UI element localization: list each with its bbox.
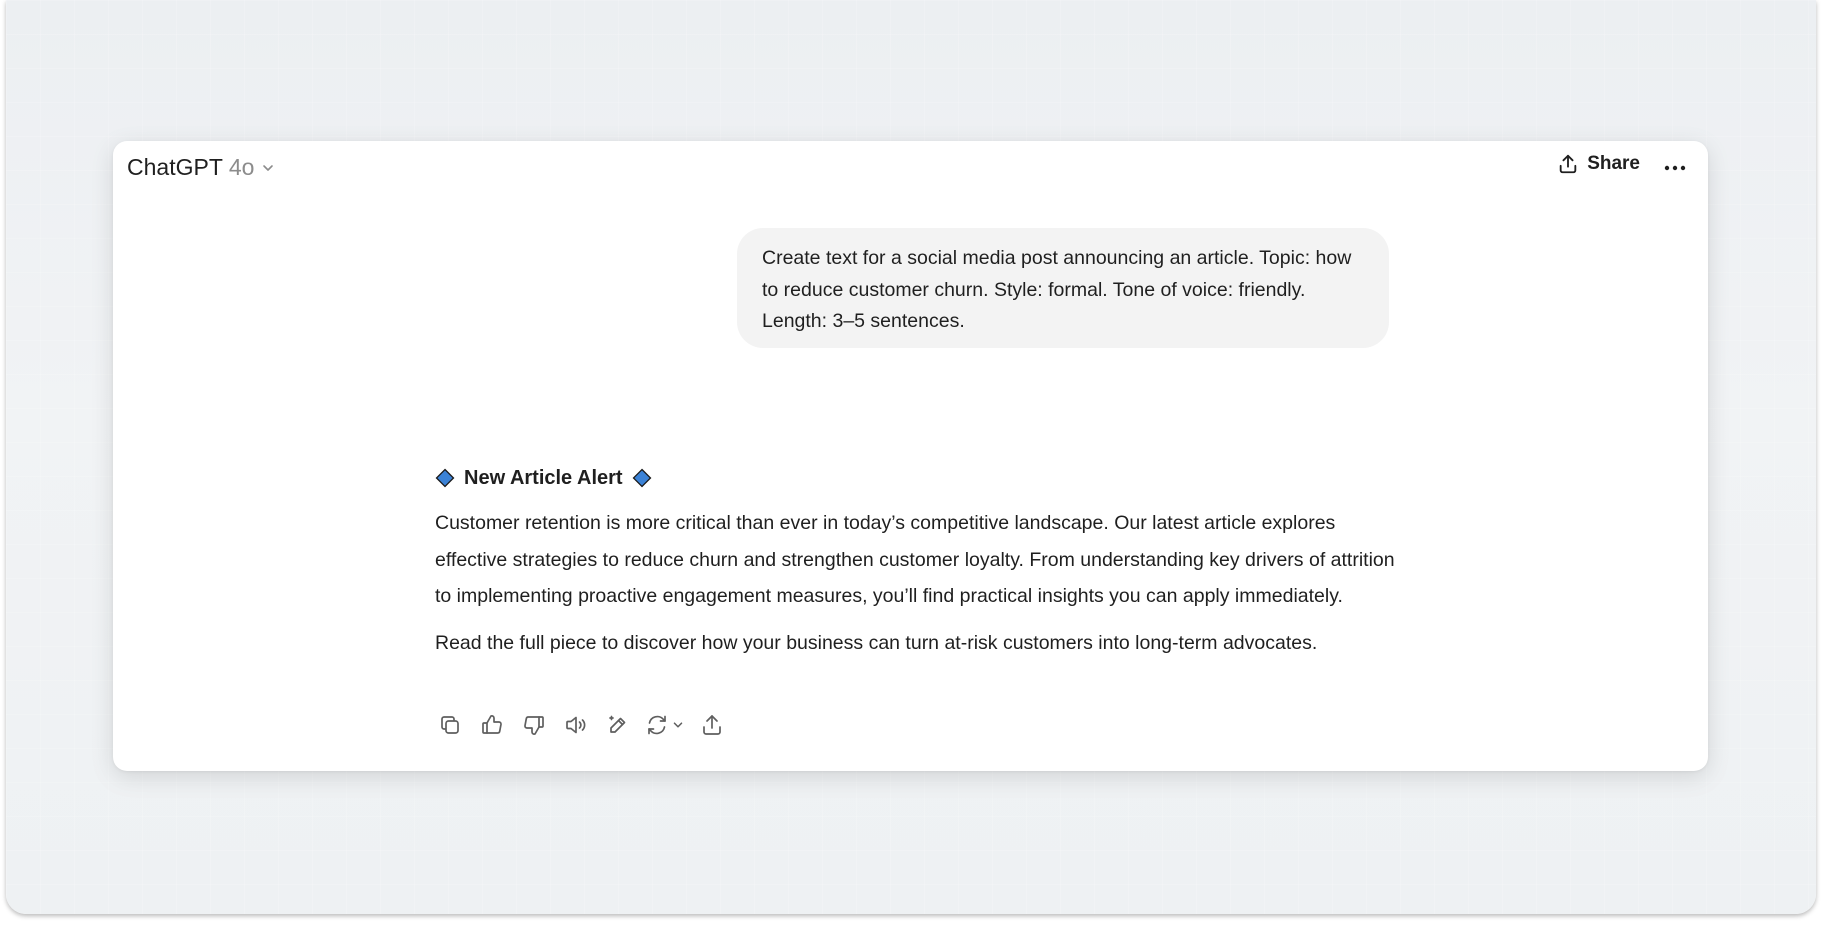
read-aloud-button[interactable]: [561, 710, 591, 740]
blue-diamond-icon: [632, 468, 651, 488]
headline-text: New Article Alert: [464, 466, 623, 489]
thumbs-down-icon: [524, 716, 544, 735]
copy-button[interactable]: [435, 710, 465, 740]
blue-diamond-icon: [435, 468, 455, 488]
chevron-down-icon: [263, 164, 274, 171]
user-message-bubble: Create text for a social media post anno…: [737, 228, 1389, 348]
model-version: 4o: [228, 154, 255, 180]
regenerate-icon: [648, 715, 666, 735]
good-response-button[interactable]: [477, 710, 507, 740]
share-icon: [1559, 154, 1577, 174]
body-paragraph: Customer retention is more critical than…: [435, 512, 1395, 607]
more-options-button[interactable]: [1660, 153, 1690, 183]
article-headline: New Article Alert: [435, 461, 1395, 495]
chevron-down-icon: [673, 722, 683, 728]
share-label: Share: [1587, 153, 1640, 174]
copy-icon: [441, 716, 459, 734]
chat-window: ChatGPT 4o Share Create text for a socia…: [113, 141, 1708, 771]
ellipsis-icon: [1664, 165, 1686, 171]
read-aloud-icon: [566, 716, 586, 734]
share-icon: [703, 715, 721, 735]
thumbs-up-icon: [482, 715, 502, 734]
regenerate-button[interactable]: [645, 713, 685, 737]
model-name: ChatGPT: [127, 154, 223, 180]
edit-in-canvas-button[interactable]: [603, 710, 633, 740]
model-switcher[interactable]: ChatGPT 4o: [127, 154, 276, 181]
bad-response-button[interactable]: [519, 710, 549, 740]
message-actions-bar: [435, 710, 739, 740]
share-response-button[interactable]: [697, 710, 727, 740]
cta-paragraph: Read the full piece to discover how your…: [435, 631, 1318, 654]
edit-icon: [609, 715, 626, 733]
assistant-message: New Article Alert Customer retention is …: [435, 461, 1395, 661]
share-button[interactable]: Share: [1557, 153, 1640, 175]
